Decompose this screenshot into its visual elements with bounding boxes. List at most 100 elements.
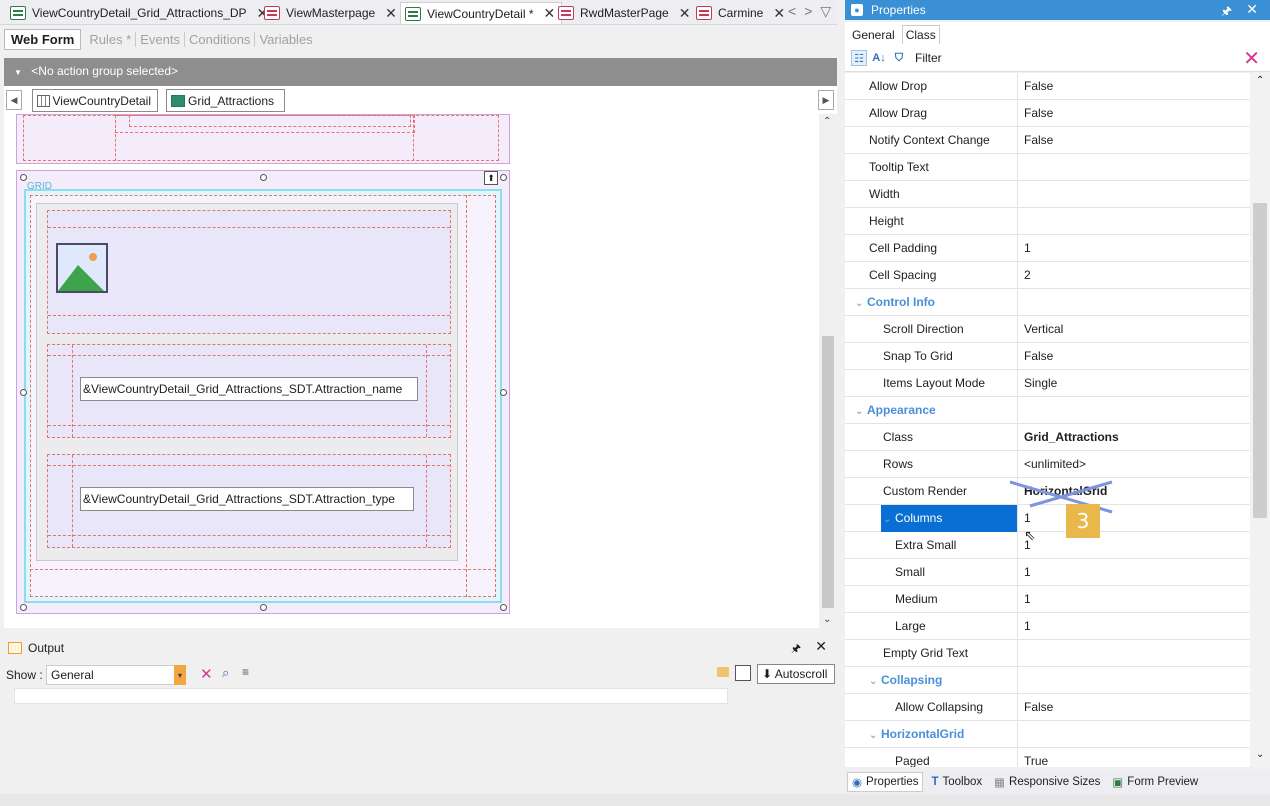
- property-row[interactable]: Snap To Grid False: [845, 343, 1250, 370]
- grid-container[interactable]: GRID &ViewCountryDetail_Grid_Attractions…: [16, 170, 510, 614]
- property-row[interactable]: Empty Grid Text: [845, 640, 1250, 667]
- chevron-down-icon[interactable]: ⌄: [855, 398, 867, 424]
- property-grid[interactable]: Allow Drop False Allow Drag False Notify Con…: [845, 73, 1250, 767]
- property-row[interactable]: Notify Context Change False: [845, 127, 1250, 154]
- tab-variables[interactable]: Variables: [255, 32, 316, 47]
- resize-handle[interactable]: [20, 389, 27, 396]
- save-icon[interactable]: [735, 665, 751, 681]
- wrap-icon[interactable]: ≡: [242, 665, 249, 679]
- chevron-down-icon[interactable]: ⌄: [869, 722, 881, 748]
- canvas-scrollbar[interactable]: ⌃ ⌄: [819, 114, 837, 628]
- property-value[interactable]: False: [1018, 100, 1053, 127]
- property-name-cell[interactable]: Cell Padding: [869, 235, 1018, 262]
- property-value[interactable]: Single: [1018, 370, 1057, 397]
- chevron-down-icon[interactable]: ⌄: [855, 290, 867, 316]
- chevron-down-icon[interactable]: ▾: [174, 665, 186, 685]
- chevron-up-icon[interactable]: ⌃: [823, 116, 831, 127]
- breadcrumb-item-grid-attractions[interactable]: Grid_Attractions: [166, 89, 285, 112]
- property-name-cell[interactable]: Allow Collapsing: [895, 694, 1018, 721]
- tab-responsive-sizes[interactable]: ▦ Responsive Sizes: [990, 773, 1104, 791]
- property-name-cell[interactable]: ⌄ Appearance: [855, 397, 1018, 424]
- doc-tab-viewcountrydetail[interactable]: ViewCountryDetail * ✕: [400, 2, 563, 24]
- action-group-bar[interactable]: ▼ <No action group selected>: [4, 58, 837, 86]
- close-icon[interactable]: ✕: [1246, 1, 1258, 18]
- property-name-cell[interactable]: Medium: [895, 586, 1018, 613]
- tab-general[interactable]: General: [849, 26, 898, 44]
- close-icon[interactable]: ✕: [385, 5, 397, 22]
- attraction-type-field[interactable]: &ViewCountryDetail_Grid_Attractions_SDT.…: [80, 487, 414, 511]
- chevron-right-icon[interactable]: >: [804, 3, 812, 20]
- output-text-area[interactable]: [14, 688, 728, 704]
- property-name-cell[interactable]: Cell Spacing: [869, 262, 1018, 289]
- resize-handle[interactable]: [260, 604, 267, 611]
- property-value[interactable]: Grid_Attractions: [1018, 424, 1119, 451]
- property-name-cell[interactable]: Notify Context Change: [869, 127, 1018, 154]
- property-row[interactable]: Class Grid_Attractions: [845, 424, 1250, 451]
- clear-icon[interactable]: ✕: [200, 665, 213, 683]
- splitter[interactable]: [837, 0, 845, 806]
- pin-icon[interactable]: 🖈: [1221, 2, 1232, 23]
- design-canvas[interactable]: GRID &ViewCountryDetail_Grid_Attractions…: [4, 114, 819, 628]
- property-value[interactable]: 2: [1018, 262, 1031, 289]
- property-category[interactable]: ⌄ Control Info: [845, 289, 1250, 316]
- resize-handle[interactable]: [500, 389, 507, 396]
- property-name-cell[interactable]: Small: [895, 559, 1018, 586]
- scroll-right-button[interactable]: ▶: [818, 90, 834, 110]
- property-row[interactable]: Allow Collapsing False: [845, 694, 1250, 721]
- property-row[interactable]: Rows <unlimited>: [845, 451, 1250, 478]
- property-value[interactable]: <unlimited>: [1018, 451, 1086, 478]
- tab-properties[interactable]: ◉ Properties: [847, 772, 924, 792]
- property-value[interactable]: [1018, 181, 1024, 208]
- autoscroll-button[interactable]: ⬇ Autoscroll: [757, 664, 835, 684]
- property-name-cell[interactable]: Empty Grid Text: [883, 640, 1018, 667]
- property-row[interactable]: Medium 1: [845, 586, 1250, 613]
- chevron-down-icon[interactable]: ▽: [820, 3, 831, 20]
- chevron-down-icon[interactable]: ⌄: [823, 614, 831, 625]
- chevron-down-icon[interactable]: ⌄: [883, 506, 895, 532]
- scrollbar-thumb[interactable]: [822, 336, 834, 608]
- property-row[interactable]: Height: [845, 208, 1250, 235]
- attraction-name-field[interactable]: &ViewCountryDetail_Grid_Attractions_SDT.…: [80, 377, 418, 401]
- property-name-cell[interactable]: ⌄ Columns: [881, 505, 1018, 532]
- property-row[interactable]: Width: [845, 181, 1250, 208]
- property-value[interactable]: False: [1018, 73, 1053, 100]
- scroll-left-button[interactable]: ◀: [6, 90, 22, 110]
- properties-scrollbar[interactable]: ⌃ ⌄: [1250, 73, 1270, 767]
- image-icon[interactable]: [56, 243, 108, 293]
- chevron-left-icon[interactable]: <: [788, 3, 796, 20]
- property-name-cell[interactable]: ⌄ HorizontalGrid: [869, 721, 1018, 748]
- show-select[interactable]: General ▾: [46, 665, 186, 685]
- property-value[interactable]: Vertical: [1018, 316, 1063, 343]
- close-icon[interactable]: ✕: [679, 5, 691, 22]
- property-row[interactable]: Tooltip Text: [845, 154, 1250, 181]
- categorized-icon[interactable]: ☷: [851, 50, 867, 66]
- tab-toolbox[interactable]: T Toolbox: [927, 774, 986, 790]
- property-name-cell[interactable]: Height: [869, 208, 1018, 235]
- tab-class[interactable]: Class: [901, 25, 940, 44]
- chevron-down-icon[interactable]: ⌄: [869, 668, 881, 694]
- property-row[interactable]: Items Layout Mode Single: [845, 370, 1250, 397]
- chevron-down-icon[interactable]: ⌄: [1256, 749, 1264, 760]
- property-name-cell[interactable]: Rows: [883, 451, 1018, 478]
- property-row[interactable]: Paged True: [845, 748, 1250, 767]
- property-value[interactable]: 1: [1018, 559, 1031, 586]
- property-name-cell[interactable]: Allow Drag: [869, 100, 1018, 127]
- move-up-icon[interactable]: ⬆: [484, 171, 498, 185]
- property-value[interactable]: False: [1018, 694, 1053, 721]
- resize-handle[interactable]: [500, 174, 507, 181]
- property-value[interactable]: [1018, 208, 1024, 235]
- doc-tab-rwdmasterpage[interactable]: RwdMasterPage ✕: [554, 2, 690, 24]
- property-row[interactable]: Large 1: [845, 613, 1250, 640]
- property-name-cell[interactable]: Width: [869, 181, 1018, 208]
- scrollbar-thumb[interactable]: [1253, 203, 1267, 518]
- property-row[interactable]: Scroll Direction Vertical: [845, 316, 1250, 343]
- chevron-up-icon[interactable]: ⌃: [1256, 75, 1264, 86]
- grid-item-table[interactable]: &ViewCountryDetail_Grid_Attractions_SDT.…: [36, 203, 458, 561]
- resize-handle[interactable]: [20, 604, 27, 611]
- sort-az-icon[interactable]: A↓: [871, 50, 887, 66]
- property-category[interactable]: ⌄ Collapsing: [845, 667, 1250, 694]
- tab-form-preview[interactable]: ▣ Form Preview: [1108, 773, 1202, 791]
- tab-web-form[interactable]: Web Form: [4, 28, 82, 50]
- doc-tab-carmine[interactable]: Carmine ✕: [692, 2, 785, 24]
- property-row[interactable]: Cell Padding 1: [845, 235, 1250, 262]
